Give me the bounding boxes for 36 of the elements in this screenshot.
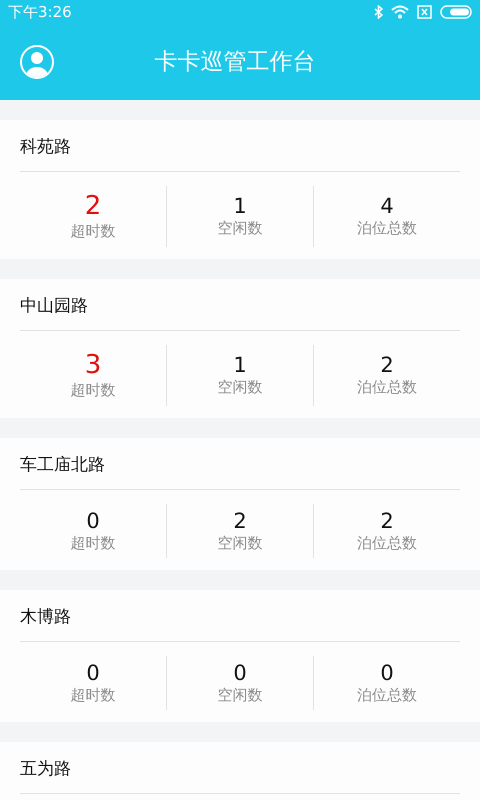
stat-label: 超时数 bbox=[70, 222, 116, 242]
stat-label: 超时数 bbox=[70, 534, 116, 554]
road-name: 木博路 bbox=[20, 590, 460, 642]
stat-value: 1 bbox=[233, 194, 247, 220]
bluetooth-icon bbox=[374, 5, 383, 19]
status-time: 下午3:26 bbox=[8, 2, 72, 23]
stat-value: 2 bbox=[380, 353, 394, 378]
stat-label: 空闲数 bbox=[218, 219, 262, 239]
road-name: 车工庙北路 bbox=[20, 438, 460, 490]
stat-value: 0 bbox=[86, 660, 100, 686]
stat-label: 泊位总数 bbox=[357, 378, 417, 398]
stat-label: 空闲数 bbox=[218, 378, 262, 398]
stat-value: 3 bbox=[84, 350, 102, 382]
stat-value: 2 bbox=[233, 508, 247, 534]
stat-value: 0 bbox=[233, 660, 247, 686]
stat-label: 泊位总数 bbox=[357, 686, 417, 706]
stat-label: 空闲数 bbox=[218, 686, 262, 706]
stat-value: 2 bbox=[84, 191, 102, 222]
stat-value: 0 bbox=[86, 508, 100, 534]
app-title: 卡卡巡管工作台 bbox=[154, 48, 316, 77]
avatar-icon[interactable] bbox=[20, 45, 54, 79]
battery-icon bbox=[440, 5, 472, 19]
stat-value: 1 bbox=[233, 353, 247, 378]
stat-value: 2 bbox=[380, 508, 394, 534]
stat-label: 泊位总数 bbox=[357, 219, 417, 239]
road-name: 五为路 bbox=[20, 742, 460, 794]
road-name: 科苑路 bbox=[20, 120, 460, 172]
no-sim-icon bbox=[417, 5, 432, 19]
road-name: 中山园路 bbox=[20, 279, 460, 331]
stat-label: 超时数 bbox=[70, 381, 116, 401]
stat-label: 泊位总数 bbox=[357, 534, 417, 554]
stat-value: 0 bbox=[380, 660, 394, 686]
stat-label: 空闲数 bbox=[218, 534, 262, 554]
stat-value: 4 bbox=[380, 194, 394, 220]
wifi-icon bbox=[391, 5, 409, 19]
stat-label: 超时数 bbox=[70, 686, 116, 706]
